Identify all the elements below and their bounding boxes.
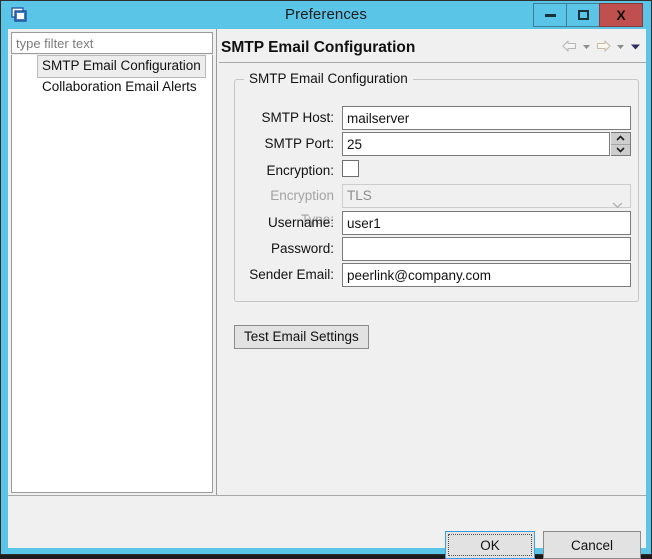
client-area: SMTP Email Configuration Collaboration E… (8, 29, 646, 559)
spinner-up-icon[interactable] (611, 133, 630, 144)
smtp-host-label: SMTP Host: (261, 110, 334, 125)
panel-divider[interactable] (216, 29, 217, 495)
sidebar-item-collaboration-email-alerts[interactable]: Collaboration Email Alerts (37, 76, 202, 99)
form-row-password: Password: (235, 237, 640, 263)
forward-arrow-icon[interactable] (595, 39, 612, 53)
tree-row: Collaboration Email Alerts (12, 76, 212, 97)
footer-separator (8, 495, 646, 496)
maximize-button[interactable] (566, 3, 600, 27)
filter-input[interactable] (11, 32, 213, 54)
back-dropdown-icon[interactable] (581, 41, 592, 52)
smtp-port-spinner (342, 132, 631, 156)
title-bar: Preferences X (1, 1, 651, 29)
title-separator (219, 62, 646, 63)
username-input[interactable] (342, 211, 631, 235)
sender-email-input[interactable] (342, 263, 631, 287)
smtp-host-input[interactable] (342, 106, 631, 130)
page-title: SMTP Email Configuration (221, 39, 416, 56)
password-input[interactable] (342, 237, 631, 261)
maximize-icon (577, 10, 589, 20)
close-button[interactable]: X (599, 3, 643, 27)
form-row-encryption: Encryption: (235, 159, 640, 185)
tree-row: SMTP Email Configuration (12, 55, 212, 78)
encryption-checkbox[interactable] (342, 160, 359, 177)
back-arrow-icon[interactable] (561, 39, 578, 53)
minimize-button[interactable] (533, 3, 567, 27)
minimize-icon (544, 13, 556, 17)
forward-dropdown-icon[interactable] (615, 41, 626, 52)
page-menu-chevron-icon[interactable] (629, 41, 642, 52)
ok-button-label: OK (448, 534, 532, 556)
preferences-tree[interactable]: SMTP Email Configuration Collaboration E… (11, 55, 213, 493)
encryption-type-value: TLS (347, 188, 372, 203)
username-label: Username: (267, 215, 334, 230)
group-box-title: SMTP Email Configuration (244, 71, 413, 86)
smtp-group-box: SMTP Host: SMTP Port: (234, 79, 639, 302)
smtp-port-label: SMTP Port: (264, 136, 334, 151)
encryption-type-select: TLS (342, 184, 631, 209)
sender-email-label: Sender Email: (249, 267, 334, 282)
form-row-smtp-host: SMTP Host: (235, 106, 640, 132)
spinner-buttons (611, 132, 631, 156)
test-email-settings-button[interactable]: Test Email Settings (234, 325, 369, 349)
spinner-down-icon[interactable] (611, 143, 630, 156)
window-controls: X (533, 3, 643, 27)
preferences-window: Preferences X SMTP Email Configuration C… (0, 0, 652, 559)
smtp-port-input[interactable] (342, 132, 610, 156)
form-row-sender-email: Sender Email: (235, 263, 640, 289)
form-row-username: Username: (235, 211, 640, 237)
form-row-encryption-type: Encryption Type: TLS (235, 184, 640, 227)
password-label: Password: (270, 241, 334, 256)
sidebar-item-smtp-email-configuration[interactable]: SMTP Email Configuration (37, 55, 206, 78)
navigation-toolbar (561, 39, 642, 53)
encryption-label: Encryption: (266, 163, 334, 178)
form-row-smtp-port: SMTP Port: (235, 132, 640, 158)
